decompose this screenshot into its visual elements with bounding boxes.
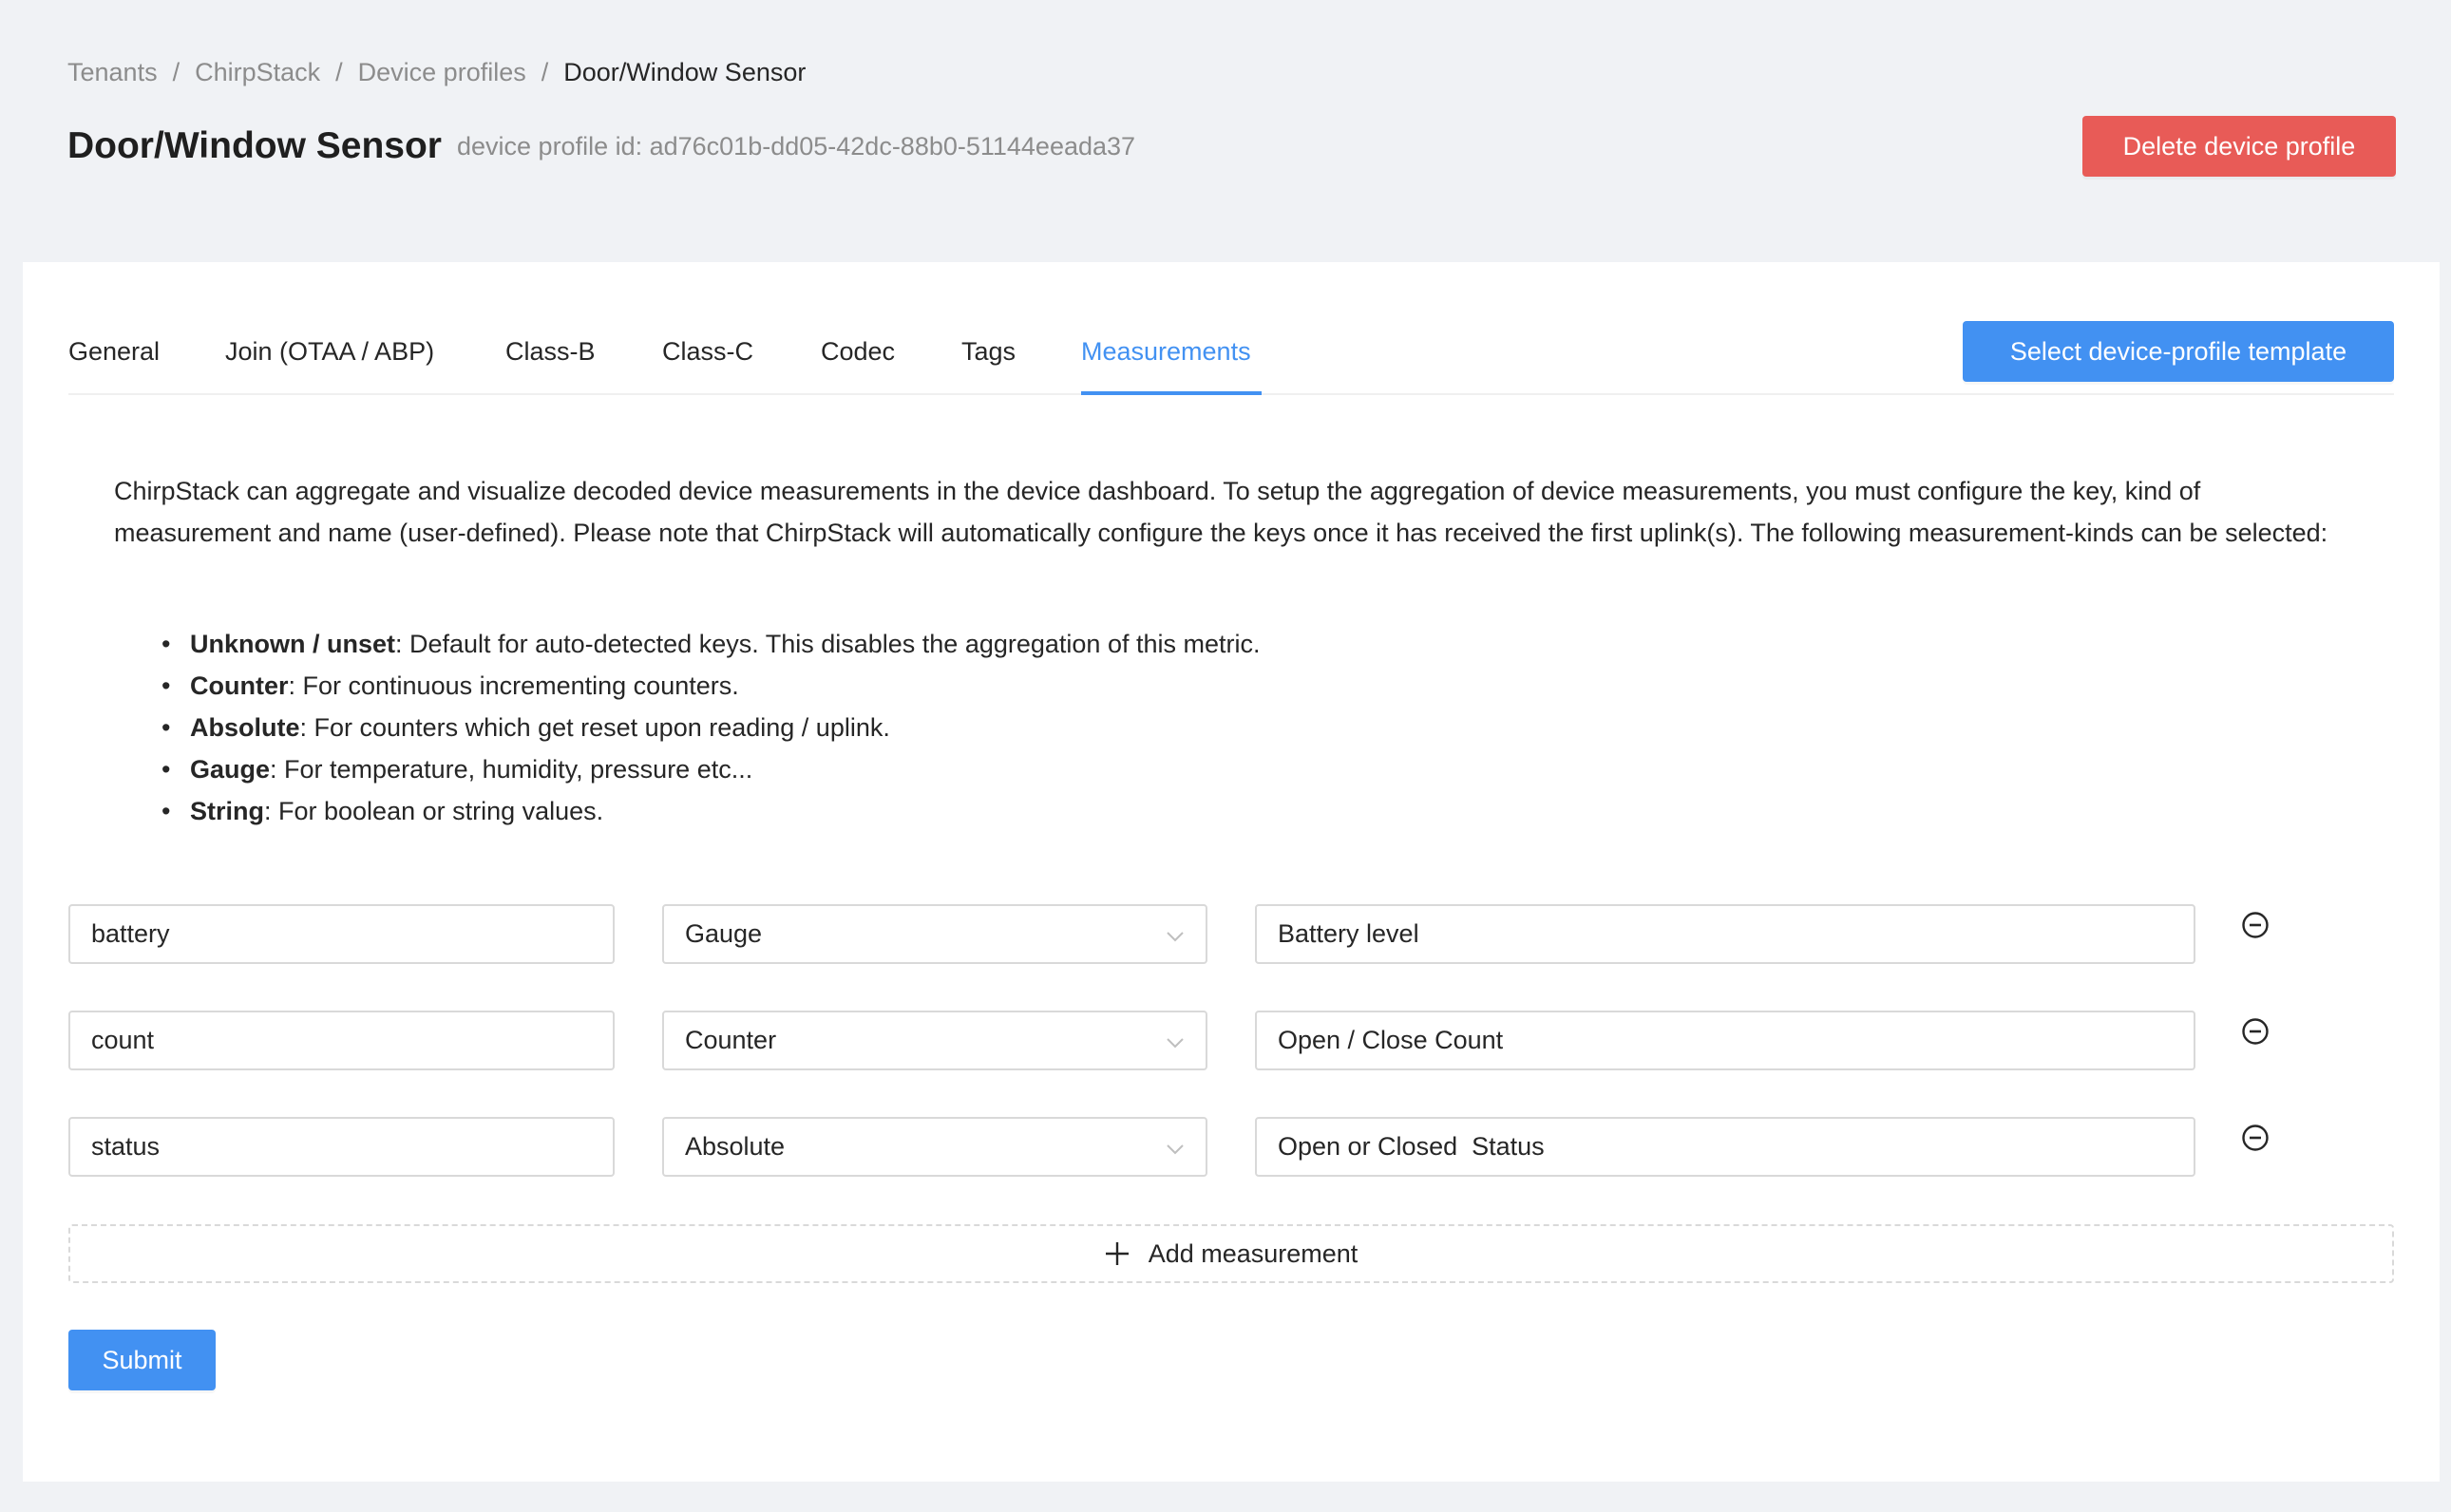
kind-name: Unknown / unset (190, 630, 395, 658)
measurement-key-input[interactable] (68, 1011, 615, 1070)
measurement-key-input[interactable] (68, 904, 615, 964)
tab-tags[interactable]: Tags (961, 334, 1016, 369)
plus-icon (1105, 1242, 1129, 1265)
breadcrumb-current: Door/Window Sensor (563, 58, 807, 86)
measurement-name-field[interactable] (1278, 1026, 2194, 1055)
list-item: Counter: For continuous incrementing cou… (162, 665, 1261, 707)
list-item: String: For boolean or string values. (162, 790, 1261, 832)
measurement-name-field[interactable] (1278, 919, 2194, 949)
breadcrumb-separator: / (541, 58, 549, 86)
breadcrumb-separator: / (335, 58, 343, 86)
chevron-down-icon (1167, 1144, 1184, 1155)
list-item: Absolute: For counters which get reset u… (162, 707, 1261, 748)
selected-kind: Counter (685, 1026, 777, 1054)
content-card (23, 262, 2440, 1482)
tab-codec[interactable]: Codec (821, 334, 895, 369)
minus-circle-icon[interactable] (2242, 912, 2269, 938)
measurement-kind-select[interactable]: Gauge (662, 904, 1207, 964)
tab-class-c[interactable]: Class-C (662, 334, 753, 369)
tab-class-b[interactable]: Class-B (505, 334, 596, 369)
kind-description: : Default for auto-detected keys. This d… (395, 630, 1261, 658)
tab-join[interactable]: Join (OTAA / ABP) (225, 334, 434, 369)
select-template-button[interactable]: Select device-profile template (1963, 321, 2394, 382)
breadcrumb-separator: / (172, 58, 180, 86)
breadcrumb-tenants[interactable]: Tenants (67, 55, 158, 89)
tab-general[interactable]: General (68, 334, 160, 369)
list-item: Unknown / unset: Default for auto-detect… (162, 623, 1261, 665)
measurement-key-field[interactable] (91, 1026, 613, 1055)
minus-circle-icon[interactable] (2242, 1018, 2269, 1045)
measurement-kind-select[interactable]: Counter (662, 1011, 1207, 1070)
measurement-name-input[interactable] (1255, 1011, 2195, 1070)
kind-description: : For counters which get reset upon read… (299, 713, 890, 742)
active-tab-indicator (1081, 391, 1262, 395)
kind-description: : For continuous incrementing counters. (288, 671, 739, 700)
kind-name: Absolute (190, 713, 300, 742)
measurement-kind-select[interactable]: Absolute (662, 1117, 1207, 1177)
breadcrumb-chirpstack[interactable]: ChirpStack (195, 55, 320, 89)
tab-measurements[interactable]: Measurements (1081, 334, 1251, 369)
breadcrumb-device-profiles[interactable]: Device profiles (358, 55, 526, 89)
measurement-name-input[interactable] (1255, 1117, 2195, 1177)
measurement-kinds-list: Unknown / unset: Default for auto-detect… (162, 623, 1261, 832)
chevron-down-icon (1167, 1038, 1184, 1049)
add-measurement-label: Add measurement (1148, 1238, 1358, 1268)
kind-name: String (190, 797, 264, 825)
measurement-key-field[interactable] (91, 1132, 613, 1162)
list-item: Gauge: For temperature, humidity, pressu… (162, 748, 1261, 790)
kind-description: : For boolean or string values. (264, 797, 604, 825)
kind-name: Gauge (190, 755, 271, 784)
add-measurement-button[interactable]: Add measurement (68, 1224, 2394, 1283)
device-profile-id: device profile id: ad76c01b-dd05-42dc-88… (457, 132, 1136, 161)
kind-description: : For temperature, humidity, pressure et… (270, 755, 753, 784)
measurement-key-input[interactable] (68, 1117, 615, 1177)
chevron-down-icon (1167, 932, 1184, 942)
selected-kind: Gauge (685, 919, 763, 948)
kind-name: Counter (190, 671, 289, 700)
submit-button[interactable]: Submit (68, 1330, 216, 1390)
delete-device-profile-button[interactable]: Delete device profile (2082, 116, 2396, 177)
measurement-key-field[interactable] (91, 919, 613, 949)
minus-circle-icon[interactable] (2242, 1125, 2269, 1151)
measurement-name-input[interactable] (1255, 904, 2195, 964)
selected-kind: Absolute (685, 1132, 786, 1161)
intro-text: ChirpStack can aggregate and visualize d… (114, 477, 2328, 547)
measurement-name-field[interactable] (1278, 1132, 2194, 1162)
page-title: Door/Window Sensor (67, 125, 442, 166)
breadcrumb: Tenants / ChirpStack / Device profiles /… (67, 55, 806, 89)
